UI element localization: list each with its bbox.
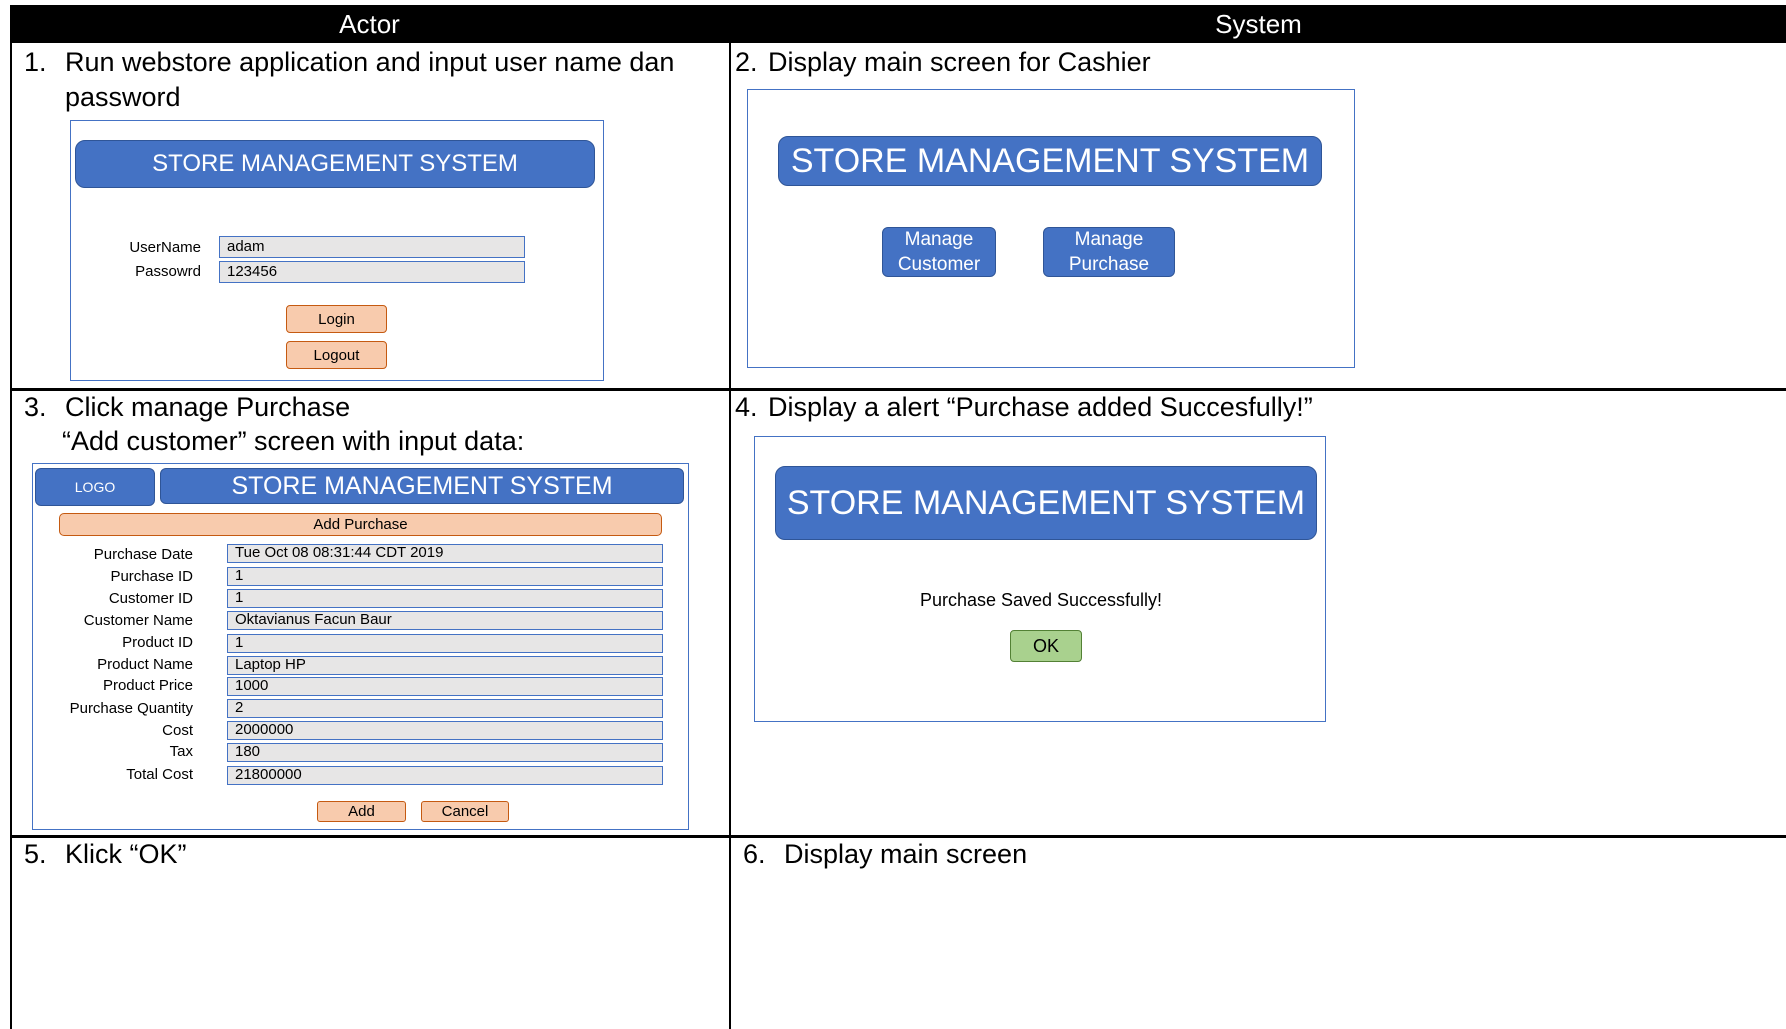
product-name-label: Product Name [97, 656, 193, 673]
manage-purchase-line1: Manage [1074, 229, 1144, 250]
product-id-label: Product ID [122, 634, 193, 651]
use-case-table: Actor System 1. Run webstore application… [10, 5, 1786, 1029]
manage-purchase-line2: Purchase [1068, 254, 1150, 275]
purchase-date-label: Purchase Date [93, 546, 193, 563]
purchase-date-field[interactable]: Tue Oct 08 08:31:44 CDT 2019 [227, 544, 663, 563]
manage-purchase-label: Manage Purchase [1069, 227, 1149, 277]
product-price-field[interactable]: 1000 [227, 677, 663, 696]
total-cost-label: Total Cost [126, 766, 193, 783]
step-1-text-line1: Run webstore application and input user … [65, 47, 675, 77]
product-name-field[interactable]: Laptop HP [227, 656, 663, 675]
manage-customer-button[interactable]: Manage Customer [882, 227, 996, 277]
step-1-text-line2: password [65, 82, 181, 112]
cancel-button[interactable]: Cancel [421, 801, 509, 822]
login-screen-mockup: STORE MANAGEMENT SYSTEM UserName adam Pa… [70, 120, 604, 381]
ok-button[interactable]: OK [1010, 630, 1082, 662]
add-button[interactable]: Add [317, 801, 406, 822]
cost-label: Cost [162, 722, 193, 739]
step-5-text: Klick “OK” [65, 839, 187, 869]
tax-label: Tax [169, 743, 193, 760]
step-1-number: 1. [24, 47, 47, 77]
step-3-text-line2: “Add customer” screen with input data: [62, 426, 525, 456]
step-4-number: 4. [735, 392, 758, 422]
alert-banner: STORE MANAGEMENT SYSTEM [775, 466, 1317, 540]
purchase-quantity-field[interactable]: 2 [227, 699, 663, 718]
main-screen-mockup: STORE MANAGEMENT SYSTEM Manage Customer … [747, 89, 1355, 368]
purchase-id-label: Purchase ID [110, 568, 193, 585]
border-left [10, 5, 12, 1029]
customer-id-field[interactable]: 1 [227, 589, 663, 608]
username-field[interactable]: adam [219, 236, 525, 258]
customer-id-label: Customer ID [108, 590, 193, 607]
customer-name-label: Customer Name [83, 612, 193, 629]
password-field[interactable]: 123456 [219, 261, 525, 283]
purchase-banner: STORE MANAGEMENT SYSTEM [160, 468, 684, 504]
add-purchase-title: Add Purchase [59, 513, 662, 536]
main-banner: STORE MANAGEMENT SYSTEM [778, 136, 1322, 186]
alert-screen-mockup: STORE MANAGEMENT SYSTEM Purchase Saved S… [754, 436, 1326, 722]
total-cost-field[interactable]: 21800000 [227, 766, 663, 785]
login-button[interactable]: Login [286, 305, 387, 333]
header-actor: Actor [10, 5, 729, 43]
step-2-text: Display main screen for Cashier [768, 47, 1151, 77]
tax-field[interactable]: 180 [227, 743, 663, 762]
step-6-text: Display main screen [784, 839, 1028, 869]
login-banner: STORE MANAGEMENT SYSTEM [75, 140, 595, 188]
add-purchase-screen-mockup: LOGO STORE MANAGEMENT SYSTEM Add Purchas… [32, 463, 689, 830]
cost-field[interactable]: 2000000 [227, 721, 663, 740]
logout-button[interactable]: Logout [286, 341, 387, 369]
product-price-label: Product Price [102, 677, 193, 694]
product-id-field[interactable]: 1 [227, 634, 663, 653]
step-5-number: 5. [24, 839, 47, 869]
password-label: Passowrd [135, 263, 201, 280]
manage-purchase-button[interactable]: Manage Purchase [1043, 227, 1175, 277]
step-3-number: 3. [24, 392, 47, 422]
manage-customer-line1: Manage [904, 229, 974, 250]
purchase-id-field[interactable]: 1 [227, 567, 663, 586]
step-6-number: 6. [743, 839, 766, 869]
username-label: UserName [129, 239, 201, 256]
customer-name-field[interactable]: Oktavianus Facun Baur [227, 611, 663, 630]
logo-placeholder: LOGO [35, 468, 155, 506]
manage-customer-label: Manage Customer [898, 227, 980, 277]
step-4-text: Display a alert “Purchase added Succesfu… [768, 392, 1313, 422]
step-2-number: 2. [735, 47, 758, 77]
alert-message: Purchase Saved Successfully! [919, 590, 1163, 610]
manage-customer-line2: Customer [897, 254, 981, 275]
header-system: System [731, 5, 1786, 43]
purchase-quantity-label: Purchase Quantity [69, 700, 193, 717]
column-divider [729, 5, 731, 1029]
